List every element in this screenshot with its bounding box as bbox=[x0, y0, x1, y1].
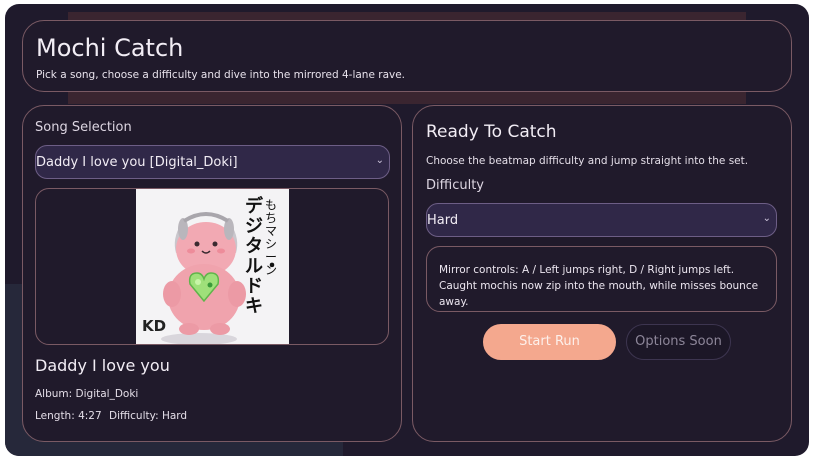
ready-description: Choose the beatmap difficulty and jump s… bbox=[426, 155, 749, 167]
album-art-frame: KD もちマシーン デジタル・ドキ bbox=[35, 188, 389, 345]
ready-title: Ready To Catch bbox=[426, 122, 557, 142]
song-difficulty: Difficulty: Hard bbox=[109, 410, 188, 422]
page-subtitle: Pick a song, choose a difficulty and div… bbox=[36, 69, 406, 81]
mirror-controls-info: Mirror controls: A / Left jumps right, D… bbox=[426, 246, 777, 312]
difficulty-select-value: Hard bbox=[427, 213, 459, 228]
svg-text:KD: KD bbox=[142, 317, 166, 335]
header-card: Mochi Catch Pick a song, choose a diffic… bbox=[22, 20, 792, 92]
song-title: Daddy I love you bbox=[35, 356, 170, 375]
cover-vertical-text-main: デジタル・ドキ bbox=[245, 196, 281, 317]
chevron-down-icon: ⌄ bbox=[375, 155, 384, 166]
ready-panel: Ready To Catch Choose the beatmap diffic… bbox=[412, 105, 792, 442]
song-length: Length: 4:27 bbox=[35, 410, 102, 422]
song-select-value: Daddy I love you [Digital_Doki] bbox=[36, 155, 238, 170]
difficulty-select[interactable]: Hard ⌄ bbox=[426, 203, 777, 237]
page-title: Mochi Catch bbox=[36, 34, 184, 62]
chevron-down-icon: ⌄ bbox=[762, 213, 771, 224]
album-cover: KD もちマシーン デジタル・ドキ bbox=[136, 189, 289, 344]
song-selection-label: Song Selection bbox=[35, 120, 132, 135]
options-button[interactable]: Options Soon bbox=[626, 324, 731, 360]
difficulty-label: Difficulty bbox=[426, 178, 484, 193]
song-album: Album: Digital_Doki bbox=[35, 388, 139, 400]
start-run-button[interactable]: Start Run bbox=[483, 324, 616, 360]
song-selection-panel: Song Selection Daddy I love you [Digital… bbox=[22, 105, 402, 442]
song-select[interactable]: Daddy I love you [Digital_Doki] ⌄ bbox=[35, 145, 390, 179]
app-window: Mochi Catch Pick a song, choose a diffic… bbox=[5, 4, 809, 456]
